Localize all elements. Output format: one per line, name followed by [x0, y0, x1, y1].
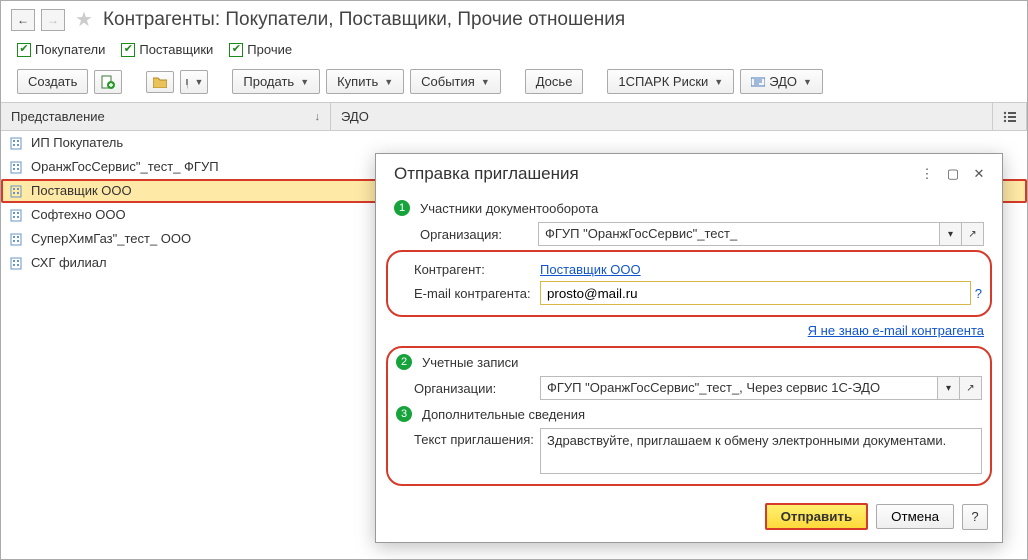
nav-forward-button[interactable]: →	[41, 9, 65, 31]
column-edo-label: ЭДО	[341, 109, 369, 124]
filter-suppliers[interactable]: ✔ Поставщики	[121, 42, 213, 57]
buy-button[interactable]: Купить ▼	[326, 69, 404, 94]
print-button[interactable]: ▼	[180, 70, 208, 94]
org-icon	[9, 208, 25, 222]
send-button[interactable]: Отправить	[765, 503, 869, 530]
counterparty-group-highlight: Контрагент: Поставщик ООО E-mail контраг…	[386, 250, 992, 317]
step-1-badge: 1	[394, 200, 410, 216]
column-representation[interactable]: Представление ↓	[1, 103, 331, 130]
checkbox-icon: ✔	[17, 43, 31, 57]
org-icon	[9, 184, 25, 198]
chevron-down-icon: ▼	[194, 77, 203, 87]
table-row-name: СуперХимГаз"_тест_ ООО	[31, 231, 191, 246]
help-button[interactable]: ?	[962, 504, 988, 530]
events-button[interactable]: События ▼	[410, 69, 501, 94]
folder-button[interactable]	[146, 71, 174, 93]
list-icon	[1003, 111, 1016, 123]
organization-value: ФГУП "ОранжГосСервис"_тест_	[539, 223, 939, 245]
chevron-down-icon: ▼	[384, 77, 393, 87]
filter-others[interactable]: ✔ Прочие	[229, 42, 292, 57]
org-icon	[9, 160, 25, 174]
organization-label: Организация:	[394, 227, 538, 242]
filter-others-label: Прочие	[247, 42, 292, 57]
combo-dropdown-button[interactable]: ▾	[939, 223, 961, 245]
org-icon	[9, 256, 25, 270]
sort-descending-icon: ↓	[315, 111, 321, 123]
filter-buyers[interactable]: ✔ Покупатели	[17, 42, 105, 57]
chevron-down-icon: ▼	[481, 77, 490, 87]
combo-open-button[interactable]: ↗	[961, 223, 983, 245]
column-representation-label: Представление	[11, 109, 105, 124]
send-invitation-dialog: Отправка приглашения ⋮ ▢ ✕ 1 Участники д…	[375, 153, 1003, 543]
column-settings-button[interactable]	[993, 103, 1027, 130]
filter-suppliers-label: Поставщики	[139, 42, 213, 57]
email-input[interactable]	[540, 281, 971, 305]
table-row-name: СХГ филиал	[31, 255, 107, 270]
step-3-badge: 3	[396, 406, 412, 422]
org-icon	[9, 232, 25, 246]
table-row[interactable]: ИП Покупатель	[1, 131, 1027, 155]
checkbox-icon: ✔	[229, 43, 243, 57]
checkbox-icon: ✔	[121, 43, 135, 57]
dialog-menu-button[interactable]: ⋮	[916, 164, 938, 184]
no-email-link[interactable]: Я не знаю e-mail контрагента	[808, 323, 984, 338]
dialog-title: Отправка приглашения	[394, 164, 912, 184]
invite-text-label: Текст приглашения:	[396, 428, 540, 447]
edo-label: ЭДО	[769, 74, 797, 89]
page-title: Контрагенты: Покупатели, Поставщики, Про…	[103, 9, 625, 31]
invite-text-input[interactable]: Здравствуйте, приглашаем к обмену электр…	[540, 428, 982, 474]
edo-button[interactable]: ЭДО ▼	[740, 69, 823, 94]
table-row-name: ИП Покупатель	[31, 135, 123, 150]
chevron-down-icon: ▼	[300, 77, 309, 87]
nav-back-button[interactable]: ←	[11, 9, 35, 31]
table-row-name: Поставщик ООО	[31, 183, 132, 198]
events-label: События	[421, 74, 475, 89]
spark-label: 1СПАРК Риски	[618, 74, 708, 89]
counterparty-link[interactable]: Поставщик ООО	[540, 262, 641, 277]
table-header: Представление ↓ ЭДО	[1, 103, 1027, 131]
step-2-badge: 2	[396, 354, 412, 370]
column-edo[interactable]: ЭДО	[331, 103, 993, 130]
organization-combo[interactable]: ФГУП "ОранжГосСервис"_тест_ ▾ ↗	[538, 222, 984, 246]
email-help-icon[interactable]: ?	[975, 286, 982, 301]
favorite-star-icon[interactable]: ★	[75, 7, 93, 32]
org-icon	[9, 136, 25, 150]
cancel-button[interactable]: Отмена	[876, 504, 954, 529]
chevron-down-icon: ▼	[714, 77, 723, 87]
spark-button[interactable]: 1СПАРК Риски ▼	[607, 69, 734, 94]
org-accounts-combo[interactable]: ФГУП "ОранжГосСервис"_тест_, Через серви…	[540, 376, 982, 400]
chevron-down-icon: ▼	[803, 77, 812, 87]
create-button[interactable]: Создать	[17, 69, 88, 94]
folder-icon	[153, 76, 167, 88]
combo-dropdown-button[interactable]: ▾	[937, 377, 959, 399]
sell-label: Продать	[243, 74, 294, 89]
printer-icon	[185, 75, 188, 89]
table-row-name: Софтехно ООО	[31, 207, 126, 222]
create-copy-button[interactable]	[94, 70, 122, 94]
edo-icon	[751, 76, 765, 88]
document-plus-icon	[101, 75, 115, 89]
accounts-group-highlight: 2 Учетные записи Организации: ФГУП "Оран…	[386, 346, 992, 486]
dialog-close-button[interactable]: ✕	[968, 164, 990, 184]
dossier-button[interactable]: Досье	[525, 69, 584, 94]
org-accounts-label: Организации:	[396, 381, 540, 396]
buy-label: Купить	[337, 74, 378, 89]
org-accounts-value: ФГУП "ОранжГосСервис"_тест_, Через серви…	[541, 377, 937, 399]
step-1-title: Участники документооборота	[420, 201, 598, 216]
step-2-title: Учетные записи	[422, 355, 518, 370]
filter-buyers-label: Покупатели	[35, 42, 105, 57]
combo-open-button[interactable]: ↗	[959, 377, 981, 399]
email-label: E-mail контрагента:	[396, 286, 540, 301]
table-row-name: ОранжГосСервис"_тест_ ФГУП	[31, 159, 219, 174]
sell-button[interactable]: Продать ▼	[232, 69, 320, 94]
step-3-title: Дополнительные сведения	[422, 407, 585, 422]
dialog-maximize-button[interactable]: ▢	[942, 164, 964, 184]
counterparty-label: Контрагент:	[396, 262, 540, 277]
